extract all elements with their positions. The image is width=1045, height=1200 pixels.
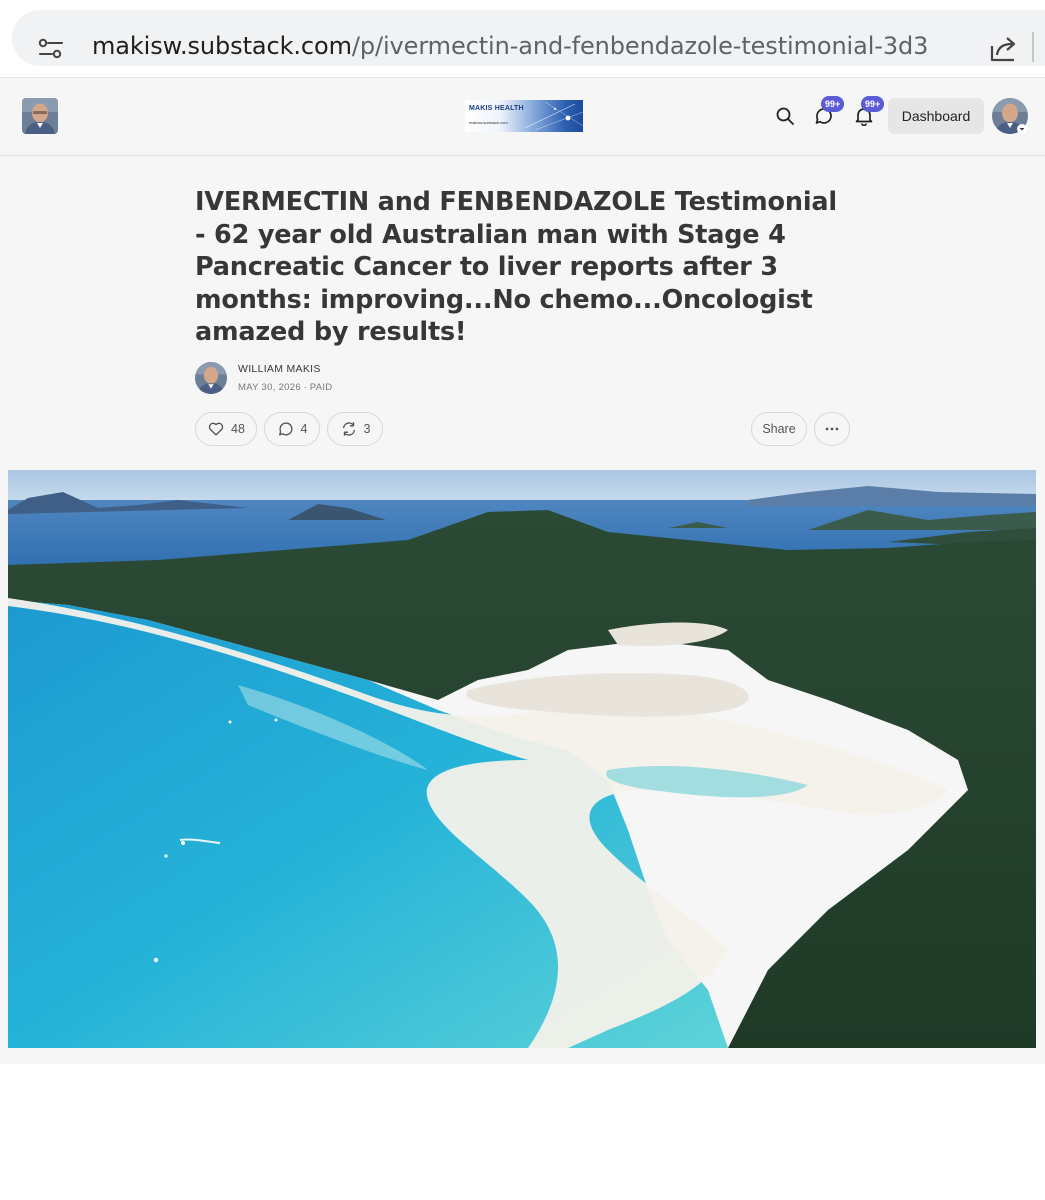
restack-button[interactable]: 3 bbox=[327, 412, 383, 446]
dashboard-button[interactable]: Dashboard bbox=[888, 98, 984, 134]
page: MAKIS HEALTH makisw.substack.com 99+ 99+… bbox=[0, 78, 1045, 1064]
publication-logo[interactable]: MAKIS HEALTH makisw.substack.com bbox=[465, 100, 583, 132]
comment-count: 4 bbox=[300, 422, 308, 436]
restack-count: 3 bbox=[363, 422, 371, 436]
share-label: Share bbox=[762, 422, 796, 436]
share-page-icon[interactable] bbox=[988, 34, 1020, 64]
post-meta: MAY 30, 2026 ∙ PAID bbox=[238, 382, 333, 393]
comment-icon bbox=[278, 422, 292, 436]
tune-icon[interactable] bbox=[38, 37, 64, 61]
article-title: IVERMECTIN and FENBENDAZOLE Testimonial … bbox=[195, 187, 837, 347]
heart-icon bbox=[208, 422, 224, 436]
like-count: 48 bbox=[231, 422, 245, 436]
author-name[interactable]: WILLIAM MAKIS bbox=[238, 363, 321, 375]
chat-badge: 99+ bbox=[821, 96, 845, 112]
publication-avatar[interactable] bbox=[22, 98, 58, 134]
article-hero-image[interactable] bbox=[8, 470, 1036, 1048]
notifications-badge: 99+ bbox=[861, 96, 885, 112]
post-date: MAY 30, 2026 bbox=[238, 382, 301, 393]
comment-button[interactable]: 4 bbox=[264, 412, 320, 446]
address-bar[interactable]: makisw.substack.com/p/ivermectin-and-fen… bbox=[12, 10, 1045, 66]
share-button[interactable]: Share bbox=[751, 412, 807, 446]
search-icon[interactable] bbox=[775, 106, 795, 126]
more-options-button[interactable] bbox=[814, 412, 850, 446]
url-host: makisw.substack.com bbox=[92, 32, 352, 60]
author-avatar[interactable] bbox=[195, 362, 227, 394]
like-button[interactable]: 48 bbox=[195, 412, 257, 446]
chevron-down-icon[interactable] bbox=[1017, 124, 1027, 134]
restack-icon bbox=[342, 422, 355, 436]
logo-title: MAKIS HEALTH bbox=[469, 105, 524, 112]
url-text[interactable]: makisw.substack.com/p/ivermectin-and-fen… bbox=[92, 32, 928, 60]
more-icon bbox=[825, 427, 839, 431]
toolbar-divider bbox=[1032, 32, 1034, 62]
logo-subtitle: makisw.substack.com bbox=[469, 120, 508, 125]
post-access: PAID bbox=[309, 382, 333, 393]
site-header: MAKIS HEALTH makisw.substack.com 99+ 99+… bbox=[0, 78, 1045, 156]
url-path: /p/ivermectin-and-fenbendazole-testimoni… bbox=[351, 32, 929, 60]
browser-toolbar: makisw.substack.com/p/ivermectin-and-fen… bbox=[0, 0, 1045, 78]
